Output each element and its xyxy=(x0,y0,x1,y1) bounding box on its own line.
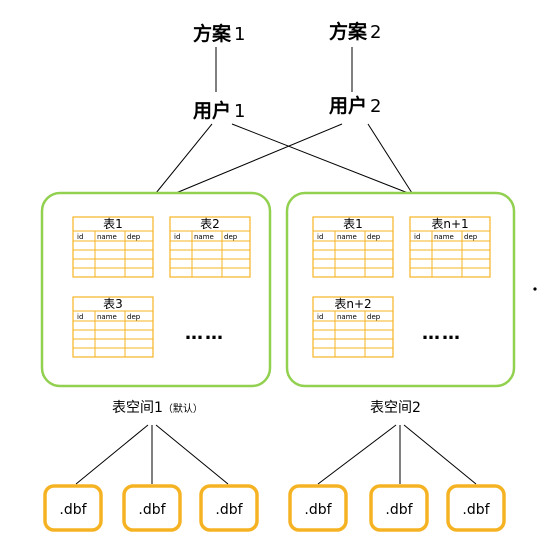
diagram-stage: 方案 1 方案 2 用户 1 用户 2 表1 id name dep 表2 id name dep … xyxy=(0,0,541,555)
ts2-table-2: 表n+1 id name dep xyxy=(409,216,491,278)
ts2-file-2-label: .dbf xyxy=(385,502,413,518)
scheme-2-num: 2 xyxy=(370,22,381,43)
ts1-table-3: 表3 id name dep xyxy=(72,296,154,358)
ts1-file-2-label: .dbf xyxy=(138,502,166,518)
svg-text:方案1: 方案 1 xyxy=(193,22,245,45)
table-column-header: name xyxy=(337,313,357,321)
table-column-header: dep xyxy=(464,233,478,241)
ts2-file1-line xyxy=(317,424,397,485)
scheme-1-label: 方案 xyxy=(193,22,232,45)
ts1-table-1: 表1 id name dep xyxy=(72,216,154,278)
table-column-header: dep xyxy=(127,233,141,241)
tablespace-1-name: 表空间1 xyxy=(112,400,163,416)
ts1-file3-line xyxy=(155,424,229,485)
oracle-architecture-diagram: 方案 1 方案 2 用户 1 用户 2 表1id name dep 表2id name dep … xyxy=(40,20,537,532)
table-column-header: name xyxy=(337,233,357,241)
ts1-ellipsis: …… xyxy=(185,323,225,344)
svg-text:方案2: 方案 2 xyxy=(329,20,381,43)
ts2-file-1-label: .dbf xyxy=(304,502,332,518)
user-1: 用户 1 xyxy=(193,99,245,122)
scheme-2-label: 方案 xyxy=(329,20,368,43)
user2-ts2-line xyxy=(367,123,413,194)
ts1-file-1: .dbf xyxy=(43,484,103,532)
table-title: 表3 xyxy=(103,297,123,311)
table-column-header: dep xyxy=(367,233,381,241)
table-column-header: id xyxy=(174,233,180,241)
ts1-file-2: .dbf xyxy=(122,484,182,532)
table-column-header: id xyxy=(77,233,83,241)
tablespace-2-name: 表空间2 xyxy=(370,400,421,416)
user-2-label: 用户 xyxy=(329,94,367,117)
ts2-file-2: .dbf xyxy=(369,484,429,532)
table-column-header: name xyxy=(434,233,454,241)
table-column-header: dep xyxy=(127,313,141,321)
ts2-file-3-label: .dbf xyxy=(462,502,490,518)
user1-ts1-line xyxy=(155,123,213,194)
ts2-file3-line xyxy=(403,424,477,485)
svg-text:用户1: 用户 1 xyxy=(193,99,245,122)
ts2-file-1: .dbf xyxy=(288,484,348,532)
table-column-header: id xyxy=(317,233,323,241)
ts1-file-1-label: .dbf xyxy=(59,502,87,518)
scheme-2: 方案 2 xyxy=(329,20,381,43)
table-title: 表n+1 xyxy=(431,217,468,231)
user-1-num: 1 xyxy=(234,101,245,122)
table-column-header: name xyxy=(97,313,117,321)
table-column-header: id xyxy=(77,313,83,321)
table-title: 表2 xyxy=(200,217,220,231)
stray-dot xyxy=(533,287,537,291)
table-title: 表n+2 xyxy=(334,297,371,311)
table-column-header: id xyxy=(414,233,420,241)
table-title: 表1 xyxy=(343,217,363,231)
ts1-file-3: .dbf xyxy=(199,484,259,532)
user-1-label: 用户 xyxy=(193,99,231,122)
user-2: 用户 2 xyxy=(329,94,381,117)
ts2-table-3: 表n+2 id name dep xyxy=(312,296,394,358)
ts2-ellipsis: …… xyxy=(422,323,462,344)
ts2-file-3: .dbf xyxy=(446,484,506,532)
tablespace-1-note: （默认） xyxy=(163,402,203,415)
tablespace-1: 表1 id name dep 表2 id name dep 表3 id name dep …… 表… xyxy=(40,191,272,416)
table-title: 表1 xyxy=(103,217,123,231)
tablespace-2: 表1id name dep 表n+1id name dep 表n+2id name dep … xyxy=(285,191,516,416)
table-column-header: dep xyxy=(367,313,381,321)
table-column-header: id xyxy=(317,313,323,321)
scheme-1-num: 1 xyxy=(234,24,245,45)
ts2-table-1: 表1 id name dep xyxy=(312,216,394,278)
ts1-file-3-label: .dbf xyxy=(215,502,243,518)
table-column-header: name xyxy=(97,233,117,241)
user-2-num: 2 xyxy=(370,96,381,117)
scheme-1: 方案 1 xyxy=(193,22,245,45)
svg-text:用户2: 用户 2 xyxy=(329,94,381,117)
ts1-table-2: 表2 id name dep xyxy=(169,216,251,278)
ts1-file1-line xyxy=(75,424,149,485)
svg-text:表空间1（默认）: 表空间1（默认） xyxy=(112,400,203,416)
table-column-header: name xyxy=(194,233,214,241)
table-column-header: dep xyxy=(224,233,238,241)
